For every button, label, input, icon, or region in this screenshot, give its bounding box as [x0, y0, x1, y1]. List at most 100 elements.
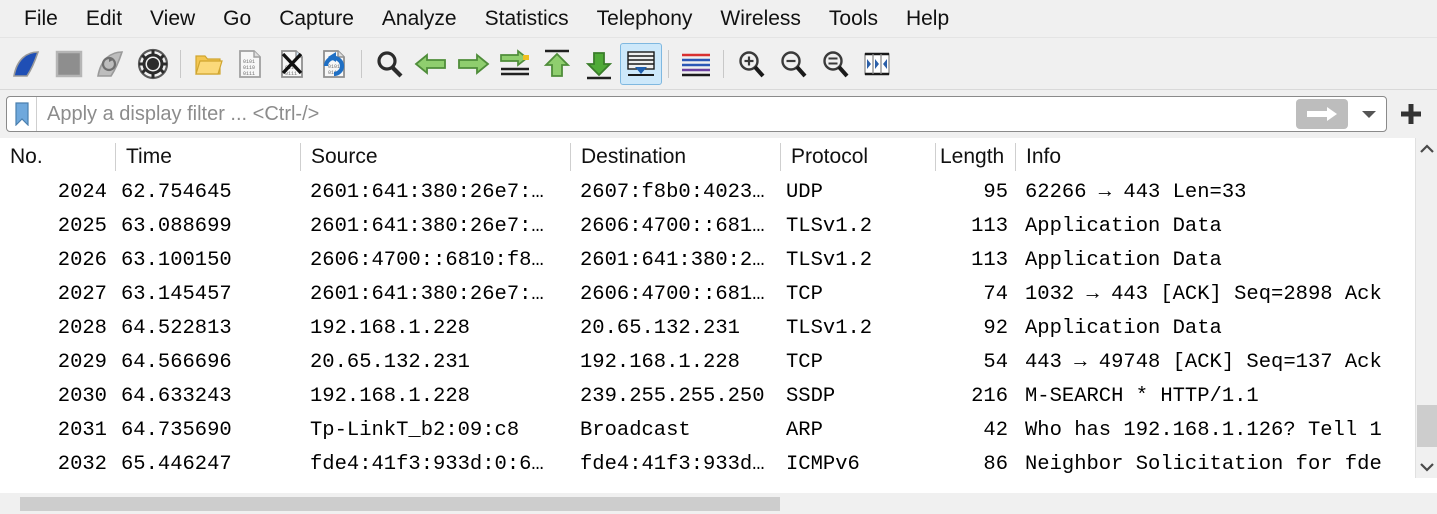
menu-item-analyze[interactable]: Analyze — [368, 6, 471, 31]
save-file-icon: 010101100111 — [239, 49, 261, 78]
close-file-button[interactable]: 0110 0111 — [271, 43, 313, 85]
cell-time: 64.522813 — [121, 317, 232, 340]
zoom-reset-icon — [823, 50, 849, 77]
table-row[interactable]: 2032 65.446247 fde4:41f3:933d:0:6… fde4:… — [0, 448, 1415, 478]
go-back-icon — [414, 52, 446, 75]
filter-dropdown-button[interactable] — [1352, 97, 1386, 131]
cell-no: 2032 — [57, 453, 107, 476]
cell-no: 2029 — [57, 351, 107, 374]
capture-options-button[interactable] — [132, 43, 174, 85]
scroll-down-button[interactable] — [1416, 456, 1437, 478]
cell-protocol: TLSv1.2 — [786, 249, 873, 272]
vertical-scrollbar-thumb[interactable] — [1416, 405, 1437, 447]
auto-scroll-button[interactable] — [620, 42, 662, 85]
cell-destination: 192.168.1.228 — [580, 351, 740, 374]
cell-info: Application Data — [1025, 215, 1222, 238]
column-header-info[interactable]: Info — [1015, 142, 1415, 171]
resize-columns-button[interactable] — [856, 43, 898, 85]
vertical-scrollbar-track[interactable] — [1416, 160, 1437, 456]
apply-filter-button[interactable] — [1296, 99, 1348, 129]
display-filter-box[interactable] — [6, 96, 1387, 132]
table-row[interactable]: 2024 62.754645 2601:641:380:26e7:… 2607:… — [0, 176, 1415, 210]
column-header-protocol[interactable]: Protocol — [780, 142, 935, 171]
add-filter-button[interactable] — [1391, 94, 1431, 134]
zoom-reset-button[interactable] — [814, 43, 856, 85]
table-row[interactable]: 2031 64.735690 Tp-LinkT_b2:09:c8 Broadca… — [0, 414, 1415, 448]
capture-options-icon — [137, 48, 169, 79]
start-capture-button[interactable] — [6, 43, 48, 85]
open-file-button[interactable] — [187, 43, 229, 85]
menu-bar: File Edit View Go Capture Analyze Statis… — [0, 0, 1437, 38]
go-back-button[interactable] — [410, 43, 452, 85]
menu-item-statistics[interactable]: Statistics — [471, 6, 583, 31]
chevron-up-icon — [1419, 144, 1434, 153]
toolbar-separator-2 — [361, 49, 362, 78]
filter-bookmark-button[interactable] — [7, 97, 37, 131]
menu-item-capture[interactable]: Capture — [265, 6, 368, 31]
find-packet-icon — [377, 50, 403, 77]
colorize-button[interactable] — [675, 43, 717, 85]
menu-item-wireless[interactable]: Wireless — [706, 6, 815, 31]
auto-scroll-icon — [627, 50, 655, 76]
go-to-packet-button[interactable] — [494, 43, 536, 85]
menu-item-go[interactable]: Go — [209, 6, 265, 31]
menu-item-view[interactable]: View — [136, 6, 209, 31]
column-header-no[interactable]: No. — [0, 143, 115, 171]
reload-file-button[interactable]: 0101 0110 — [313, 43, 355, 85]
restart-capture-button[interactable] — [90, 43, 132, 85]
table-row[interactable]: 2028 64.522813 192.168.1.228 20.65.132.2… — [0, 312, 1415, 346]
table-row[interactable]: 2026 63.100150 2606:4700::6810:f8… 2601:… — [0, 244, 1415, 278]
cell-time: 64.735690 — [121, 419, 232, 442]
table-row[interactable]: 2025 63.088699 2601:641:380:26e7:… 2606:… — [0, 210, 1415, 244]
stop-capture-icon — [55, 50, 83, 77]
zoom-in-button[interactable] — [730, 43, 772, 85]
go-to-first-button[interactable] — [536, 43, 578, 85]
cell-destination: fde4:41f3:933d… — [580, 453, 765, 476]
packet-list-wrapper: No. Time Source Destination Protocol Len… — [0, 138, 1437, 478]
column-header-source[interactable]: Source — [300, 142, 570, 171]
toolbar-separator-1 — [180, 49, 181, 78]
column-header-destination[interactable]: Destination — [570, 142, 780, 171]
vertical-scrollbar[interactable] — [1415, 138, 1437, 478]
horizontal-scrollbar-thumb[interactable] — [20, 497, 780, 511]
find-packet-button[interactable] — [368, 43, 410, 85]
stop-capture-button[interactable] — [48, 43, 90, 85]
zoom-out-button[interactable] — [772, 43, 814, 85]
reload-file-icon: 01010110 — [323, 49, 345, 78]
packet-list-columns: No. Time Source Destination Protocol Len… — [0, 138, 1415, 478]
menu-item-help[interactable]: Help — [892, 6, 963, 31]
menu-item-file[interactable]: File — [10, 6, 72, 31]
cell-no: 2028 — [57, 317, 107, 340]
go-forward-icon — [458, 52, 490, 75]
cell-info: Who has 192.168.1.126? Tell 1 — [1025, 419, 1382, 442]
table-row[interactable]: 2030 64.633243 192.168.1.228 239.255.255… — [0, 380, 1415, 414]
resize-columns-icon — [864, 52, 890, 75]
cell-source: 2601:641:380:26e7:… — [310, 283, 544, 306]
packet-list-header: No. Time Source Destination Protocol Len… — [0, 138, 1415, 176]
column-header-time[interactable]: Time — [115, 142, 300, 171]
menu-item-telephony[interactable]: Telephony — [583, 6, 707, 31]
cell-length: 92 — [983, 317, 1008, 340]
column-header-length[interactable]: Length — [935, 142, 1015, 171]
go-to-last-button[interactable] — [578, 43, 620, 85]
scroll-up-button[interactable] — [1416, 138, 1437, 160]
horizontal-scrollbar[interactable] — [0, 492, 1437, 514]
menu-item-edit[interactable]: Edit — [72, 6, 136, 31]
menu-item-tools[interactable]: Tools — [815, 6, 892, 31]
cell-protocol: TLSv1.2 — [786, 215, 873, 238]
cell-source: 192.168.1.228 — [310, 317, 470, 340]
table-row[interactable]: 2027 63.145457 2601:641:380:26e7:… 2606:… — [0, 278, 1415, 312]
save-file-button[interactable]: 0101 0110 0111 — [229, 43, 271, 85]
plus-icon — [1401, 104, 1421, 124]
start-capture-icon — [13, 50, 40, 77]
cell-info: Application Data — [1025, 317, 1222, 340]
colorize-icon — [682, 53, 710, 76]
cell-time: 63.145457 — [121, 283, 232, 306]
svg-text:0111: 0111 — [243, 71, 255, 77]
go-to-first-icon — [543, 49, 571, 77]
display-filter-input[interactable] — [37, 97, 1296, 131]
cell-info: M-SEARCH * HTTP/1.1 — [1025, 385, 1259, 408]
go-forward-button[interactable] — [452, 43, 494, 85]
table-row[interactable]: 2029 64.566696 20.65.132.231 192.168.1.2… — [0, 346, 1415, 380]
cell-no: 2031 — [57, 419, 107, 442]
